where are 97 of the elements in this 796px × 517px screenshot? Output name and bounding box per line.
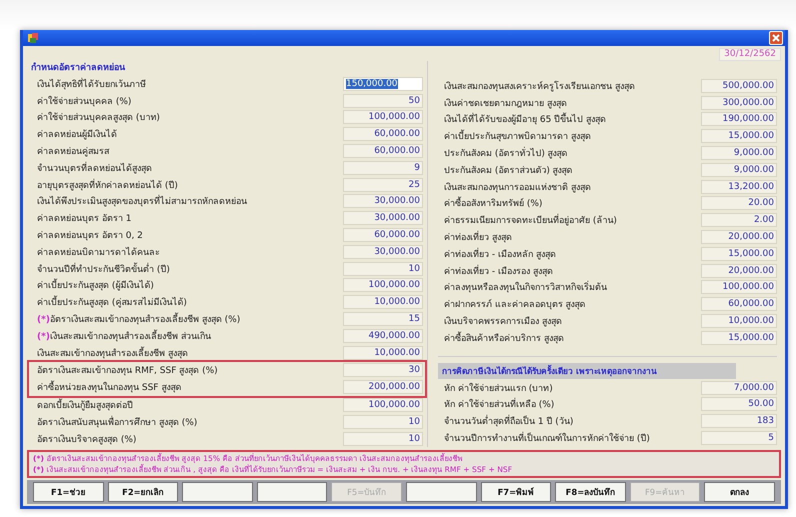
field-label: จำนวนปีการทำงานที่เป็นเกณฑ์ในการหักค่าใช้จ่าย (ปี) [438, 431, 701, 445]
value-field[interactable]: 15,000.00 [701, 330, 777, 345]
value-field[interactable]: 30,000.00 [343, 194, 423, 208]
function-button[interactable]: ตกลง [704, 482, 775, 502]
value-field[interactable]: 50.00 [701, 397, 777, 412]
app-icon [27, 32, 39, 44]
field-label: เงินบริจาคพรรคการเมือง สูงสุด [443, 316, 563, 328]
value-field[interactable]: 183 [701, 414, 777, 428]
value-field[interactable]: 30,000.00 [343, 211, 423, 226]
field-label: เงินสะสมกองทุนการออมแห่งชาติ สูงสุด [443, 182, 592, 194]
value-field[interactable]: 20,000.00 [701, 230, 777, 244]
field-label: ค่าเบี้ยประกันสุขภาพบิดามารดา สูงสุด [438, 129, 701, 144]
function-button[interactable]: F8=ลงบันทึก [555, 482, 626, 502]
value-field[interactable]: 100,000.00 [343, 398, 423, 412]
field-label: ค่าลดหย่อนบุตร อัตรา 1 [36, 213, 132, 226]
value-field[interactable]: 10,000.00 [701, 314, 777, 328]
section-header: การคิดภาษีเงินได้กรณีได้รับครั้งเดียว เพราะเหตุออกจากงาน [438, 363, 736, 380]
field-label: ค่าเบี้ยประกันสูงสุด (ผู้มีเงินได้) [31, 278, 343, 292]
value-field[interactable]: 10,000.00 [343, 346, 423, 360]
field-label: หัก ค่าใช้จ่ายส่วนที่เหลือ (%) [438, 397, 701, 412]
field-label: ประกันสังคม (อัตราทั่วไป) สูงสุด [438, 146, 701, 160]
blank-button[interactable] [406, 482, 477, 502]
field-label: ค่าลดหย่อนบิดามารดาได้คนละ [36, 246, 161, 259]
field-label: อายุบุตรสูงสุดที่หักค่าลดหย่อนได้ (ปี) [36, 178, 179, 192]
value-field[interactable]: 9,000.00 [701, 162, 777, 177]
field-label: หัก ค่าใช้จ่ายส่วนแรก (บาท) [443, 382, 554, 395]
value-field[interactable]: 9,000.00 [701, 146, 777, 160]
value-field[interactable]: 60,000.00 [343, 144, 423, 158]
field-label: อัตราเงินบริจาคสูงสุด (%) [36, 434, 138, 446]
value-field[interactable]: 15,000.00 [701, 129, 777, 144]
field-label: อัตราเงินสะสมเข้ากองทุน RMF, SSF สูงสุด (%) [36, 364, 219, 378]
value-field[interactable]: 30 [343, 363, 423, 378]
value-field[interactable]: 500,000.00 [701, 78, 777, 93]
field-label: ค่าท่องเที่ยว - เมืองรอง สูงสุด [443, 264, 554, 278]
value-field[interactable]: 15,000.00 [701, 246, 777, 261]
field-label: เงินได้พึงประเมินสูงสุดของบุตรที่ไม่สามารถหักลดหย่อน [31, 194, 343, 208]
field-label: เงินค่าชดเชยตามกฎหมาย สูงสุด [443, 98, 568, 110]
field-label: เงินสะสมกองทุนสงเคราะห์ครูโรงเรียนเอกชน สูงสุด [443, 80, 636, 93]
field-label: เงินได้สุทธิที่ได้รับยกเว้นภาษี [36, 76, 147, 91]
blank-button[interactable] [182, 482, 253, 502]
field-label: จำนวนบุตรที่ลดหย่อนได้สูงสุด [36, 160, 153, 175]
field-label: อัตราเงินสนับสนุนเพื่อการศึกษา สูงสุด (%) [36, 414, 198, 429]
value-field[interactable]: 13,200.00 [701, 180, 777, 194]
value-field[interactable]: 300,000.00 [701, 96, 777, 110]
value-field[interactable]: 9 [343, 160, 423, 175]
field-label: ค่าใช้จ่ายส่วนบุคคล (%) [36, 94, 132, 108]
date-text: 30/12/2562 [719, 48, 781, 62]
value-field[interactable]: 150,000.00 [343, 76, 423, 91]
value-field[interactable]: 20,000.00 [701, 264, 777, 278]
field-label: ค่าลดหย่อนคู่สมรส [36, 146, 110, 158]
field-label: จำนวนปีที่ทำประกันชีวิตขั้นต่ำ (ปี) [36, 262, 171, 276]
value-field[interactable]: 200,000.00 [343, 380, 423, 394]
value-field[interactable]: 60,000.00 [343, 127, 423, 142]
field-label: ประกันสังคม (อัตราส่วนตัว) สูงสุด [443, 164, 574, 177]
field-label: ค่าท่องเที่ยว - เมืองหลัก สูงสุด [443, 246, 557, 261]
value-field[interactable]: 10 [343, 432, 423, 446]
field-label: เงินได้ที่ได้รับของผู้มีอายุ 65 ปีขึ้นไป สูงสุด [438, 112, 701, 126]
value-field[interactable]: 30,000.00 [343, 244, 423, 259]
field-label: ดอกเบี้ยเงินกู้ยืมสูงสุดต่อปี [31, 398, 343, 412]
field-label: ค่าลดหย่อนผู้มีเงินได้ [36, 128, 118, 142]
function-button[interactable]: F7=พิมพ์ [480, 482, 552, 502]
value-field[interactable]: 10 [343, 414, 423, 429]
value-field[interactable]: 25 [343, 178, 423, 192]
field-label: ค่าลดหย่อนบุตร อัตรา 0, 2 [36, 230, 144, 242]
value-field[interactable]: 2.00 [701, 213, 777, 228]
blank-button[interactable] [256, 482, 328, 502]
field-label: จำนวนวันต่ำสุดที่ถือเป็น 1 ปี (วัน) [438, 414, 701, 428]
value-field[interactable]: 5 [701, 431, 777, 445]
field-label: ค่าธรรมเนียมการจดทะเบียนที่อยู่อาศัย (ล้าน) [438, 213, 701, 228]
panel-title: กำหนดอัตราค่าลดหย่อน [31, 61, 126, 76]
field-label: (*)อัตราเงินสะสมเข้ากองทุนสำรองเลี้ยงชีพ สูงสุด (%) [31, 312, 343, 326]
value-field[interactable]: 60,000.00 [701, 297, 777, 312]
field-label: ค่าซื้ออสังหาริมทรัพย์ (%) [438, 196, 701, 210]
field-label: ค่าซื้อสินค้าหรือค่าบริการ สูงสุด [443, 330, 565, 345]
value-field[interactable]: 10 [343, 262, 423, 276]
function-button[interactable]: F2=ยกเลิก [108, 482, 178, 502]
value-field[interactable]: 60,000.00 [343, 228, 423, 242]
value-field[interactable]: 190,000.00 [701, 112, 777, 126]
field-label: ค่าซื้อหน่วยลงทุนในกองทุน SSF สูงสุด [31, 380, 343, 394]
field-label: ค่าฝากครรภ์ และค่าคลอดบุตร สูงสุด [443, 298, 587, 312]
value-field[interactable]: 10,000.00 [343, 295, 423, 310]
value-field[interactable]: 7,000.00 [701, 380, 777, 395]
field-label: (*)เงินสะสมเข้ากองทุนสำรองเลี้ยงชีพ ส่วนเกิน [36, 328, 212, 343]
value-field[interactable]: 100,000.00 [343, 278, 423, 292]
field-label: เงินสะสมเข้ากองทุนสำรองเลี้ยงชีพ สูงสุด [36, 346, 189, 360]
value-field[interactable]: 20.00 [701, 196, 777, 210]
value-field[interactable]: 100,000.00 [343, 110, 423, 124]
close-button[interactable] [769, 31, 783, 46]
value-field[interactable]: 100,000.00 [701, 280, 777, 294]
value-field[interactable]: 490,000.00 [343, 328, 423, 343]
function-button[interactable]: F1=ช่วย [33, 482, 104, 502]
field-label: ค่าเบี้ยประกันสูงสุด (คู่สมรสไม่มีเงินได้) [31, 295, 343, 310]
value-field[interactable]: 15 [343, 312, 423, 326]
field-label: ค่าลงทุนหรือลงทุนในกิจการวิสาหกิจเริ่มต้น [438, 280, 701, 294]
field-label: ค่าท่องเที่ยว สูงสุด [438, 230, 701, 244]
value-field[interactable]: 50 [343, 94, 423, 108]
field-label: ค่าใช้จ่ายส่วนบุคคลสูงสุด (บาท) [36, 110, 161, 124]
